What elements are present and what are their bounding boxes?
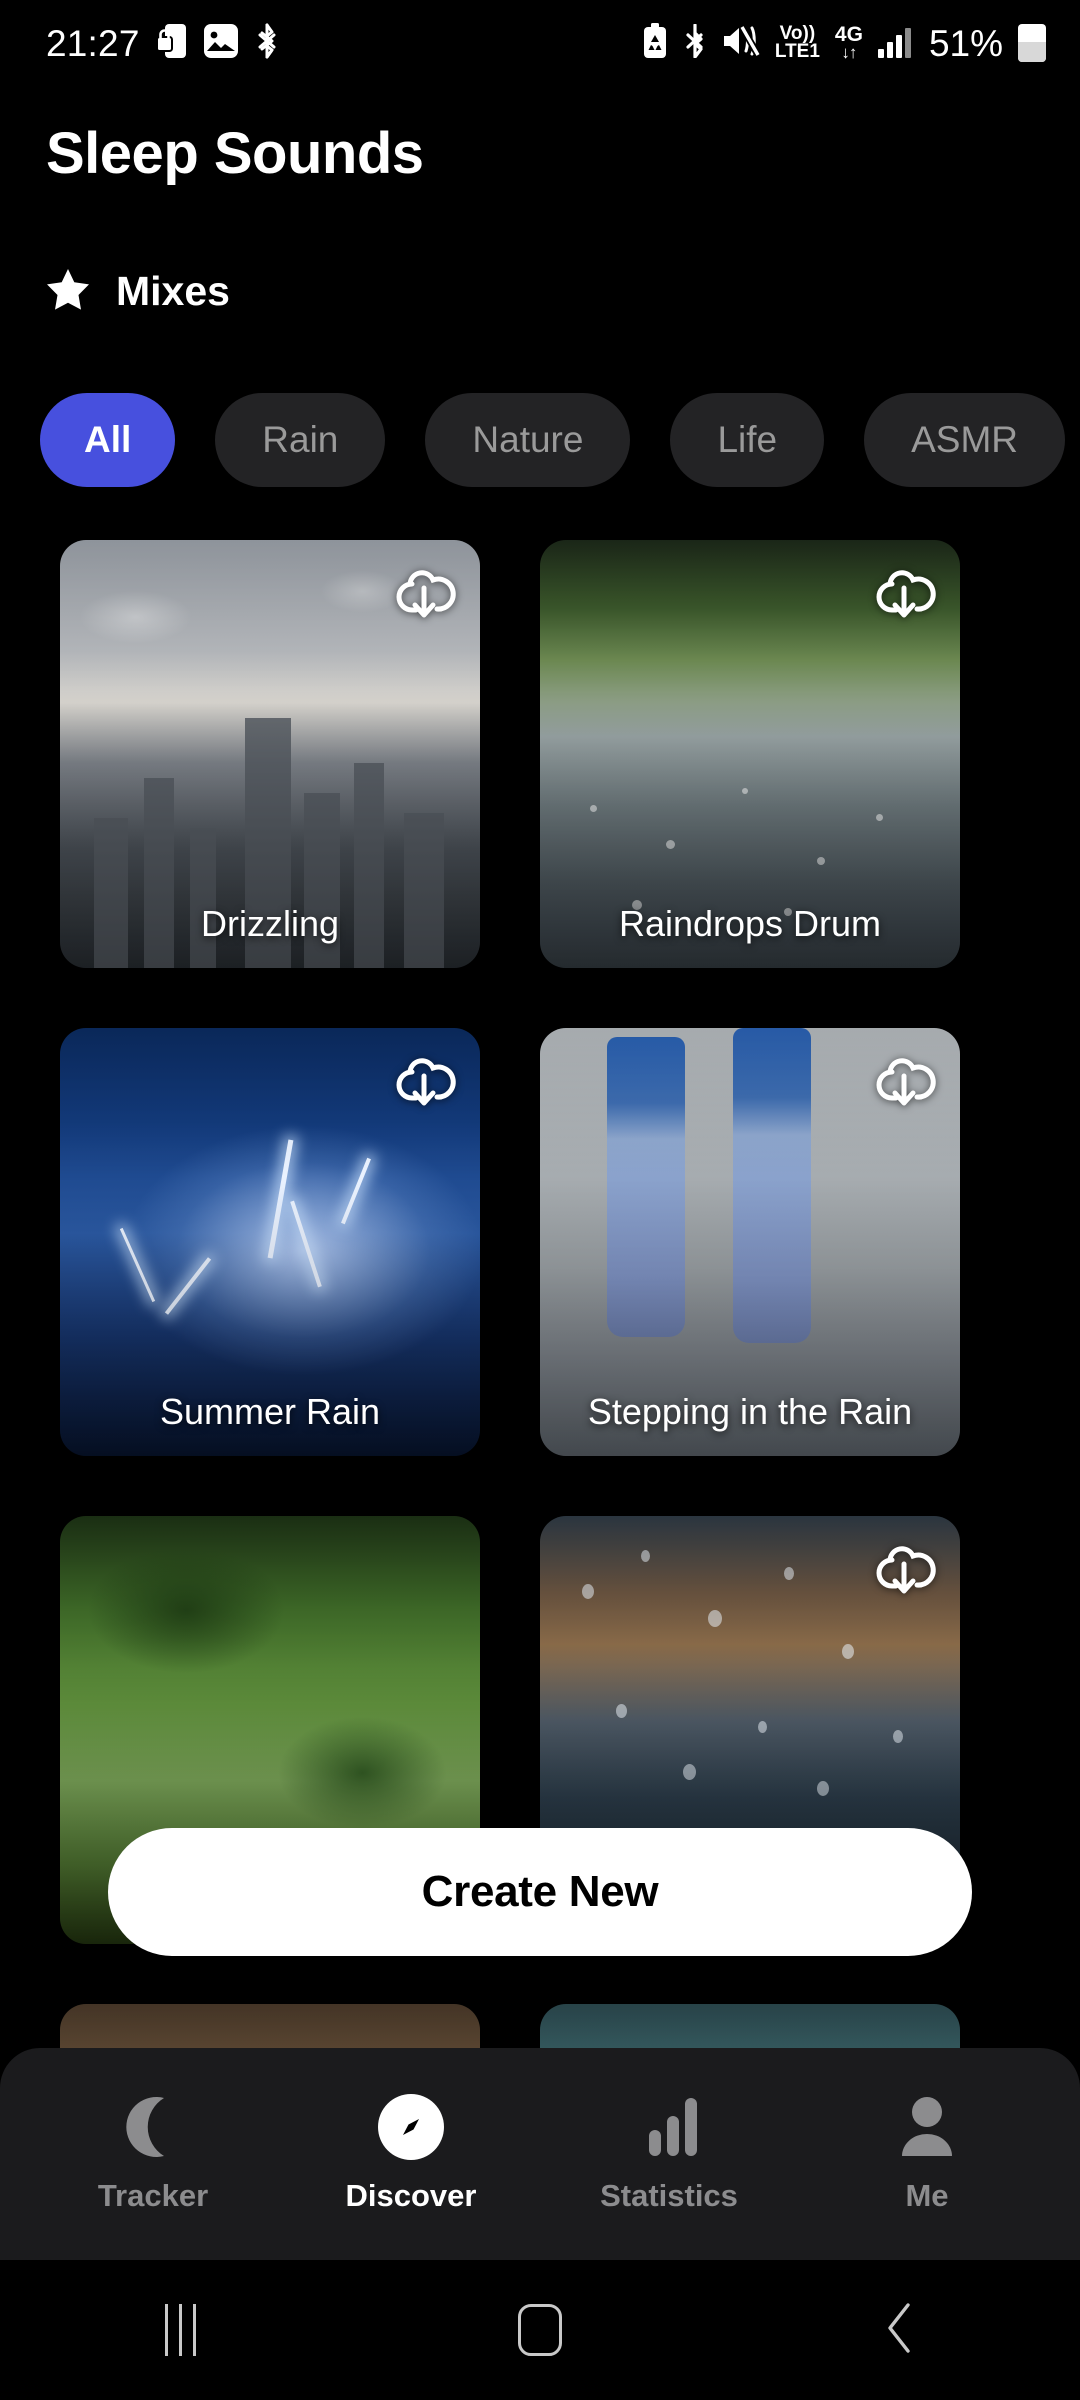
nav-label: Tracker [98, 2178, 208, 2214]
sound-card-summer-rain[interactable]: Summer Rain [60, 1028, 480, 1456]
status-bar: 21:27 Vo)) LTE1 [0, 0, 1080, 86]
system-navigation-bar [0, 2260, 1080, 2400]
nav-label: Me [905, 2178, 948, 2214]
star-icon [46, 268, 90, 315]
sound-card-raindrops-drum[interactable]: Raindrops Drum [540, 540, 960, 968]
bottom-navigation: Tracker Discover Statistics Me [0, 2048, 1080, 2260]
status-time: 21:27 [46, 25, 140, 62]
cloud-download-icon[interactable] [388, 1048, 460, 1120]
compass-icon [378, 2094, 444, 2160]
cloud-download-icon[interactable] [388, 560, 460, 632]
app-screen: 21:27 Vo)) LTE1 [0, 0, 1080, 2400]
recents-button[interactable] [80, 2304, 280, 2356]
filter-chip-life[interactable]: Life [670, 393, 824, 487]
mute-icon [722, 25, 760, 62]
section-header-mixes: Mixes [46, 268, 230, 315]
nav-item-discover[interactable]: Discover [306, 2094, 516, 2214]
battery-saver-icon [642, 23, 668, 64]
card-title: Stepping in the Rain [550, 1393, 950, 1432]
nav-item-tracker[interactable]: Tracker [48, 2094, 258, 2214]
card-title: Raindrops Drum [550, 905, 950, 944]
recents-icon [165, 2304, 196, 2356]
bar-chart-icon [639, 2094, 699, 2160]
signal-bars-icon [878, 28, 911, 58]
network-4g-icon: 4G ↓↑ [835, 25, 863, 61]
nav-label: Discover [346, 2178, 477, 2214]
back-icon [882, 2301, 918, 2360]
filter-chip-rain[interactable]: Rain [215, 393, 385, 487]
sound-card-drizzling[interactable]: Drizzling [60, 540, 480, 968]
status-bar-right: Vo)) LTE1 4G ↓↑ 51% [642, 23, 1046, 64]
nav-item-statistics[interactable]: Statistics [564, 2094, 774, 2214]
sound-card-grid: Drizzling Raindrops Drum [0, 540, 1080, 2304]
nav-item-me[interactable]: Me [822, 2094, 1032, 2214]
status-bar-left: 21:27 [46, 23, 279, 64]
bluetooth-icon [255, 23, 279, 64]
home-icon [518, 2304, 562, 2356]
card-row: Drizzling Raindrops Drum [0, 540, 1080, 968]
active-nav-badge [378, 2094, 444, 2160]
card-title: Summer Rain [70, 1393, 470, 1432]
phone-lock-icon [157, 23, 187, 64]
filter-chip-nature[interactable]: Nature [425, 393, 630, 487]
sound-card-stepping-in-the-rain[interactable]: Stepping in the Rain [540, 1028, 960, 1456]
filter-chip-all[interactable]: All [40, 393, 175, 487]
create-new-button[interactable]: Create New [108, 1828, 972, 1956]
volte-icon: Vo)) LTE1 [775, 25, 820, 61]
section-label: Mixes [116, 268, 230, 315]
cloud-download-icon[interactable] [868, 1536, 940, 1608]
filter-chip-asmr[interactable]: ASMR [864, 393, 1065, 487]
cloud-download-icon[interactable] [868, 560, 940, 632]
person-icon [897, 2094, 957, 2160]
page-title: Sleep Sounds [46, 120, 424, 187]
nav-label: Statistics [600, 2178, 738, 2214]
filter-chips[interactable]: All Rain Nature Life ASMR [0, 388, 1080, 492]
card-title: Drizzling [70, 905, 470, 944]
battery-percent: 51% [929, 25, 1003, 62]
back-button[interactable] [800, 2301, 1000, 2360]
battery-icon [1018, 24, 1046, 62]
cloud-download-icon[interactable] [868, 1048, 940, 1120]
card-row: Summer Rain Stepping in the Rain [0, 1028, 1080, 1456]
bluetooth-icon [683, 24, 707, 63]
moon-icon [123, 2094, 183, 2160]
image-icon [204, 24, 238, 63]
home-button[interactable] [440, 2304, 640, 2356]
